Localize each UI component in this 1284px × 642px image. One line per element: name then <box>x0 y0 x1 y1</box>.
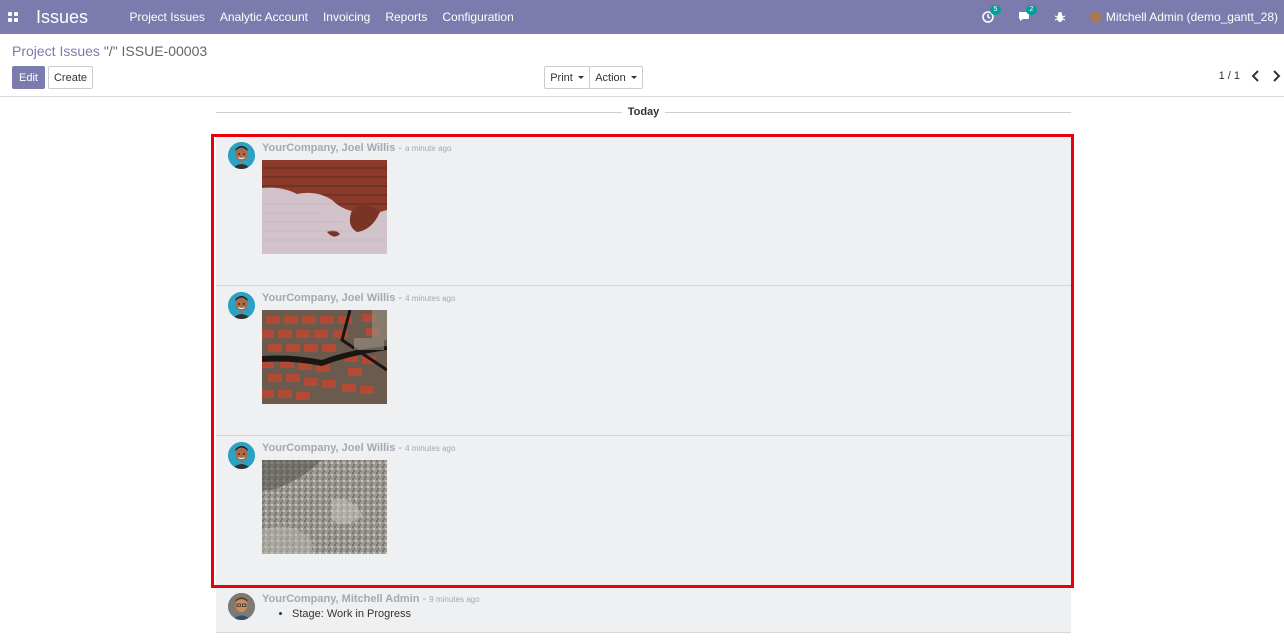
user-name: Mitchell Admin (demo_gantt_28) <box>1105 10 1278 24</box>
breadcrumb-parent[interactable]: Project Issues <box>12 43 100 59</box>
chatter-message: YourCompany, Joel Willis - a minute ago <box>216 136 1071 286</box>
bug-icon <box>1054 12 1066 22</box>
activity-menu[interactable]: 5 <box>982 5 1001 24</box>
message-date: 4 minutes ago <box>405 294 456 303</box>
message-author[interactable]: YourCompany, Joel Willis <box>262 142 395 154</box>
message-count-badge: 2 <box>1025 5 1037 15</box>
breadcrumb: Project Issues "/" ISSUE-00003 <box>12 43 207 59</box>
menu-item-invoicing[interactable]: Invoicing <box>315 10 377 24</box>
apps-icon[interactable] <box>8 12 18 22</box>
pager-value[interactable]: 1 / 1 <box>1219 70 1240 82</box>
author-avatar[interactable] <box>228 593 255 620</box>
edit-button[interactable]: Edit <box>12 66 45 89</box>
message-header: YourCompany, Joel Willis - 4 minutes ago <box>262 292 455 304</box>
control-panel: Project Issues "/" ISSUE-00003 Edit Crea… <box>0 34 1284 97</box>
message-author[interactable]: YourCompany, Joel Willis <box>262 292 395 304</box>
menu-item-configuration[interactable]: Configuration <box>435 10 521 24</box>
chatter-message: YourCompany, Joel Willis - 4 minutes ago <box>216 286 1071 436</box>
app-title[interactable]: Issues <box>36 7 88 28</box>
create-button[interactable]: Create <box>48 66 93 89</box>
author-avatar[interactable] <box>228 142 255 169</box>
systray: 5 2 Mitchell Admin (demo_gantt_28) <box>982 0 1284 34</box>
user-menu[interactable]: Mitchell Admin (demo_gantt_28) <box>1089 10 1278 24</box>
message-header: YourCompany, Joel Willis - a minute ago <box>262 142 451 154</box>
chatter-message: YourCompany, Joel Willis - 4 minutes ago <box>216 436 1071 587</box>
action-button[interactable]: Action <box>589 66 643 89</box>
main-menu: Project Issues Analytic Account Invoicin… <box>122 10 521 24</box>
messaging-menu[interactable]: 2 <box>1018 5 1037 24</box>
message-separator: - <box>398 142 403 154</box>
message-separator: - <box>422 593 427 605</box>
author-avatar[interactable] <box>228 442 255 469</box>
user-avatar <box>1089 11 1102 23</box>
chevron-left-icon <box>1251 70 1259 82</box>
date-divider: Today <box>216 104 1071 120</box>
message-date: 4 minutes ago <box>405 444 456 453</box>
caret-down-icon <box>577 76 584 79</box>
pager-next[interactable] <box>1270 69 1282 83</box>
print-button-label: Print <box>550 71 573 84</box>
message-date: 9 minutes ago <box>429 595 480 604</box>
tracking-values: Stage: Work in Progress <box>292 608 411 620</box>
chatter-message: YourCompany, Mitchell Admin - 9 minutes … <box>216 587 1071 633</box>
caret-down-icon <box>630 76 637 79</box>
attachment-image[interactable] <box>262 310 387 404</box>
action-button-label: Action <box>595 71 626 84</box>
divider-line <box>665 112 1071 113</box>
message-date: a minute ago <box>405 144 452 153</box>
message-header: YourCompany, Joel Willis - 4 minutes ago <box>262 442 455 454</box>
message-header: YourCompany, Mitchell Admin - 9 minutes … <box>262 593 480 605</box>
message-separator: - <box>398 292 403 304</box>
tracking-value: Stage: Work in Progress <box>292 608 411 620</box>
breadcrumb-current: "/" ISSUE-00003 <box>103 43 208 59</box>
chevron-right-icon <box>1273 70 1281 82</box>
attachment-image[interactable] <box>262 460 387 554</box>
message-author[interactable]: YourCompany, Mitchell Admin <box>262 593 419 605</box>
pager-previous[interactable] <box>1250 69 1262 83</box>
attachment-image[interactable] <box>262 160 387 254</box>
message-separator: - <box>398 442 403 454</box>
top-navbar: Issues Project Issues Analytic Account I… <box>0 0 1284 34</box>
debug-menu[interactable] <box>1054 10 1068 24</box>
menu-item-project-issues[interactable]: Project Issues <box>122 10 212 24</box>
author-avatar[interactable] <box>228 292 255 319</box>
activity-count-badge: 5 <box>989 5 1001 15</box>
menu-item-reports[interactable]: Reports <box>378 10 435 24</box>
menu-item-analytic-account[interactable]: Analytic Account <box>212 10 315 24</box>
message-author[interactable]: YourCompany, Joel Willis <box>262 442 395 454</box>
print-button[interactable]: Print <box>544 66 590 89</box>
